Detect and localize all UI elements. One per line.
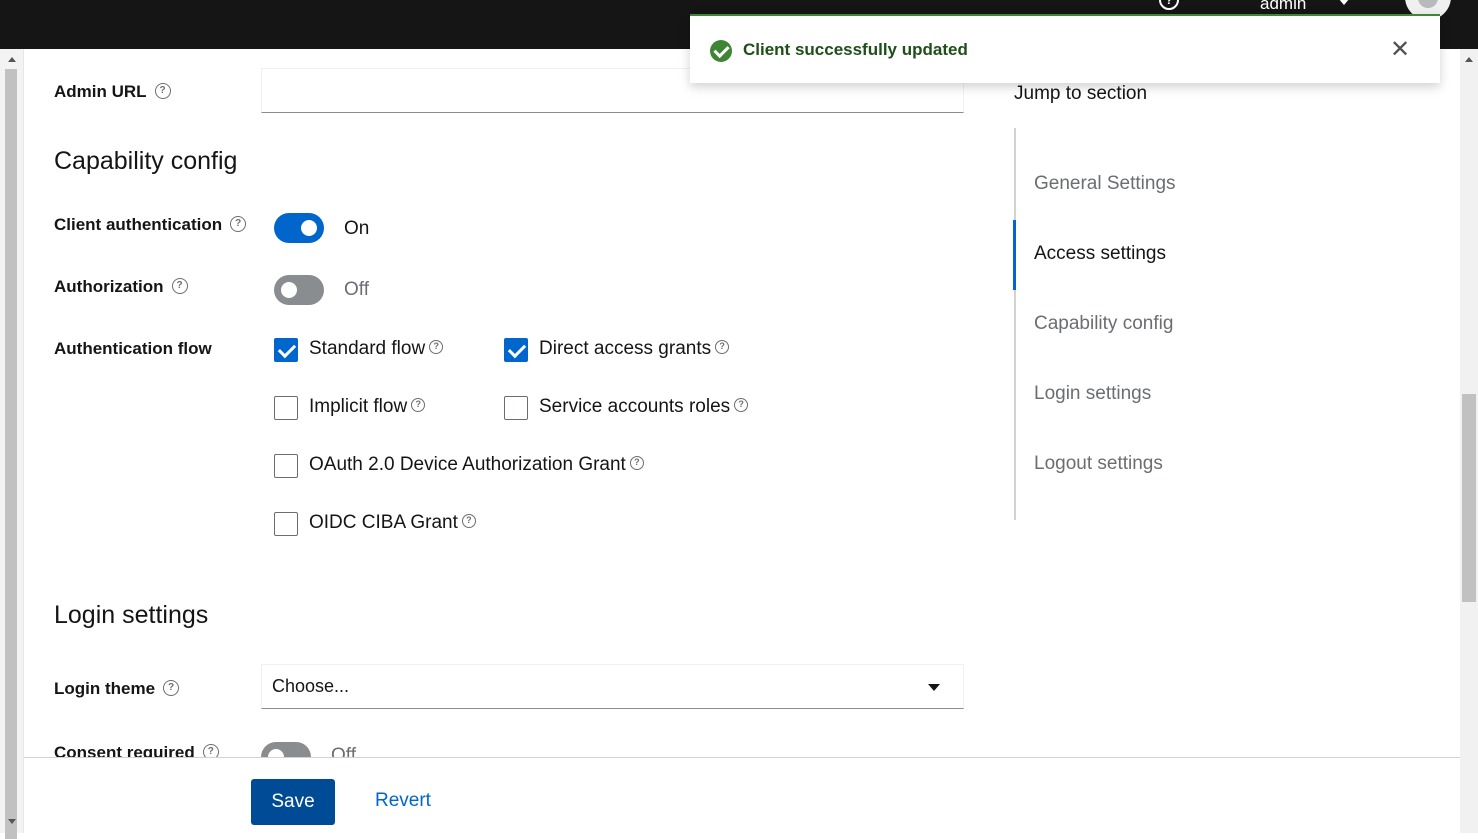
revert-button[interactable]: Revert — [375, 790, 431, 812]
oidc-ciba-grant-checkbox[interactable] — [274, 512, 298, 536]
help-icon[interactable]: ? — [629, 455, 644, 470]
authorization-state: Off — [344, 279, 369, 300]
client-authentication-state: On — [344, 218, 370, 239]
oidc-ciba-grant-label: OIDC CIBA Grant? — [309, 512, 476, 534]
authorization-label: Authorization? — [54, 277, 188, 297]
admin-url-label: Admin URL? — [54, 82, 171, 102]
help-icon[interactable]: ? — [163, 679, 180, 696]
chevron-down-icon[interactable] — [1338, 0, 1350, 5]
scroll-up-arrow-icon[interactable] — [8, 57, 16, 62]
scroll-up-arrow-icon[interactable] — [1465, 57, 1473, 62]
help-icon[interactable]: ? — [411, 397, 426, 412]
implicit-flow-checkbox[interactable] — [274, 396, 298, 420]
save-button[interactable]: Save — [251, 779, 335, 825]
standard-flow-label: Standard flow? — [309, 338, 444, 360]
help-icon[interactable]: ? — [461, 513, 476, 528]
capability-config-heading: Capability config — [54, 147, 238, 175]
service-accounts-roles-label: Service accounts roles? — [539, 396, 749, 418]
client-authentication-label: Client authentication? — [54, 215, 247, 235]
toast-message: Client successfully updated — [743, 40, 968, 59]
jump-to-section-title: Jump to section — [1014, 83, 1148, 104]
direct-access-grants-label: Direct access grants? — [539, 338, 730, 360]
page-scrollbar[interactable] — [1460, 49, 1478, 833]
authentication-flow-label: Authentication flow — [54, 339, 212, 358]
check-circle-icon — [710, 40, 732, 62]
scrollbar-thumb[interactable] — [1462, 394, 1476, 602]
authorization-switch[interactable] — [274, 275, 324, 305]
client-authentication-switch[interactable] — [274, 213, 324, 243]
scroll-down-arrow-icon[interactable] — [8, 819, 16, 824]
login-theme-select[interactable]: Choose... — [261, 664, 964, 709]
help-icon[interactable]: ? — [1159, 0, 1179, 10]
jump-nav-rail — [1014, 128, 1016, 520]
help-icon[interactable]: ? — [715, 339, 730, 354]
implicit-flow-label: Implicit flow? — [309, 396, 426, 418]
caret-down-icon — [928, 684, 940, 691]
scrollbar-thumb[interactable] — [5, 69, 17, 839]
login-settings-heading: Login settings — [54, 601, 209, 629]
user-dropdown-label[interactable]: admin — [1260, 0, 1306, 14]
jump-item-logout-settings[interactable]: Logout settings — [1034, 453, 1163, 475]
service-accounts-roles-checkbox[interactable] — [504, 396, 528, 420]
standard-flow-checkbox[interactable] — [274, 338, 298, 362]
direct-access-grants-checkbox[interactable] — [504, 338, 528, 362]
jump-item-general-settings[interactable]: General Settings — [1034, 173, 1176, 195]
switch-knob — [281, 282, 297, 298]
jump-item-access-settings[interactable]: Access settings — [1034, 243, 1166, 265]
form-footer — [24, 757, 1460, 833]
help-icon[interactable]: ? — [429, 339, 444, 354]
help-icon[interactable]: ? — [734, 397, 749, 412]
oauth-device-grant-label: OAuth 2.0 Device Authorization Grant? — [309, 454, 644, 476]
login-theme-label: Login theme? — [54, 679, 180, 699]
jump-item-capability-config[interactable]: Capability config — [1034, 313, 1173, 335]
oauth-device-grant-checkbox[interactable] — [274, 454, 298, 478]
help-icon[interactable]: ? — [154, 82, 171, 99]
switch-knob — [301, 220, 317, 236]
jump-active-indicator — [1013, 220, 1016, 290]
help-icon[interactable]: ? — [230, 215, 247, 232]
left-scrollbar[interactable] — [0, 49, 24, 839]
success-toast: Client successfully updated ✕ — [690, 14, 1440, 83]
help-icon[interactable]: ? — [171, 277, 188, 294]
jump-item-login-settings[interactable]: Login settings — [1034, 383, 1151, 405]
close-icon[interactable]: ✕ — [1390, 38, 1410, 62]
